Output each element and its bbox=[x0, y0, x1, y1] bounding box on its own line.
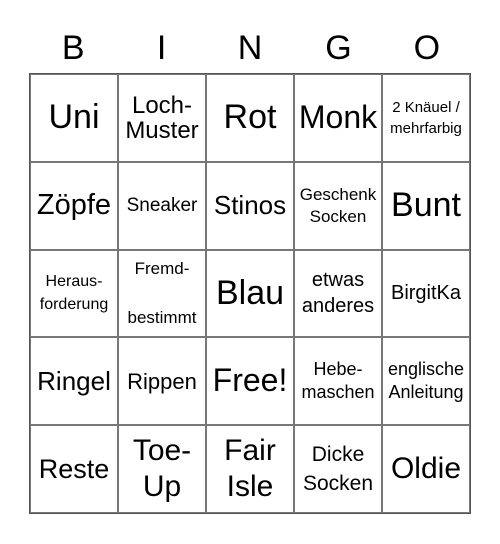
bingo-cell[interactable]: Loch- Muster bbox=[118, 74, 206, 162]
bingo-cell[interactable]: Geschenk Socken bbox=[294, 161, 382, 250]
bingo-cell-free[interactable]: Free! bbox=[206, 337, 294, 426]
bingo-cell[interactable]: Stinos bbox=[206, 161, 294, 250]
bingo-header: B I N G O bbox=[29, 26, 471, 70]
header-letter-o: O bbox=[413, 29, 441, 67]
header-letter-i: I bbox=[156, 29, 167, 67]
header-letter-n: N bbox=[237, 29, 263, 67]
bingo-cell[interactable]: Zöpfe bbox=[30, 161, 118, 250]
bingo-cell[interactable]: Fremd- bestimmt bbox=[118, 249, 206, 338]
bingo-cell[interactable]: 2 Knäuel / mehrfarbig bbox=[382, 74, 470, 162]
bingo-cell[interactable]: Blau bbox=[206, 249, 294, 338]
bingo-cell[interactable]: Dicke Socken bbox=[294, 425, 382, 513]
bingo-cell[interactable]: Fair Isle bbox=[206, 425, 294, 513]
bingo-cell[interactable]: Monk bbox=[294, 74, 382, 162]
bingo-cell[interactable]: Ringel bbox=[30, 337, 118, 426]
bingo-cell[interactable]: Toe- Up bbox=[118, 425, 206, 513]
bingo-cell[interactable]: Rot bbox=[206, 74, 294, 162]
header-letter-g: G bbox=[325, 29, 352, 67]
bingo-cell[interactable]: Uni bbox=[30, 74, 118, 162]
header-letter-b: B bbox=[61, 29, 85, 67]
bingo-cell[interactable]: Bunt bbox=[382, 161, 470, 250]
bingo-cell[interactable]: englische Anleitung bbox=[382, 337, 470, 426]
bingo-cell[interactable]: BirgitKa bbox=[382, 249, 470, 338]
bingo-cell[interactable]: Sneaker bbox=[118, 161, 206, 250]
bingo-cell[interactable]: Heraus- forderung bbox=[30, 249, 118, 338]
bingo-cell[interactable]: Rippen bbox=[118, 337, 206, 426]
bingo-cell[interactable]: Oldie bbox=[382, 425, 470, 513]
bingo-cell[interactable]: Hebe- maschen bbox=[294, 337, 382, 426]
bingo-grid: Uni Loch- Muster Rot Monk 2 Knäuel / meh… bbox=[29, 73, 471, 514]
bingo-cell[interactable]: Reste bbox=[30, 425, 118, 513]
bingo-cell[interactable]: etwas anderes bbox=[294, 249, 382, 338]
